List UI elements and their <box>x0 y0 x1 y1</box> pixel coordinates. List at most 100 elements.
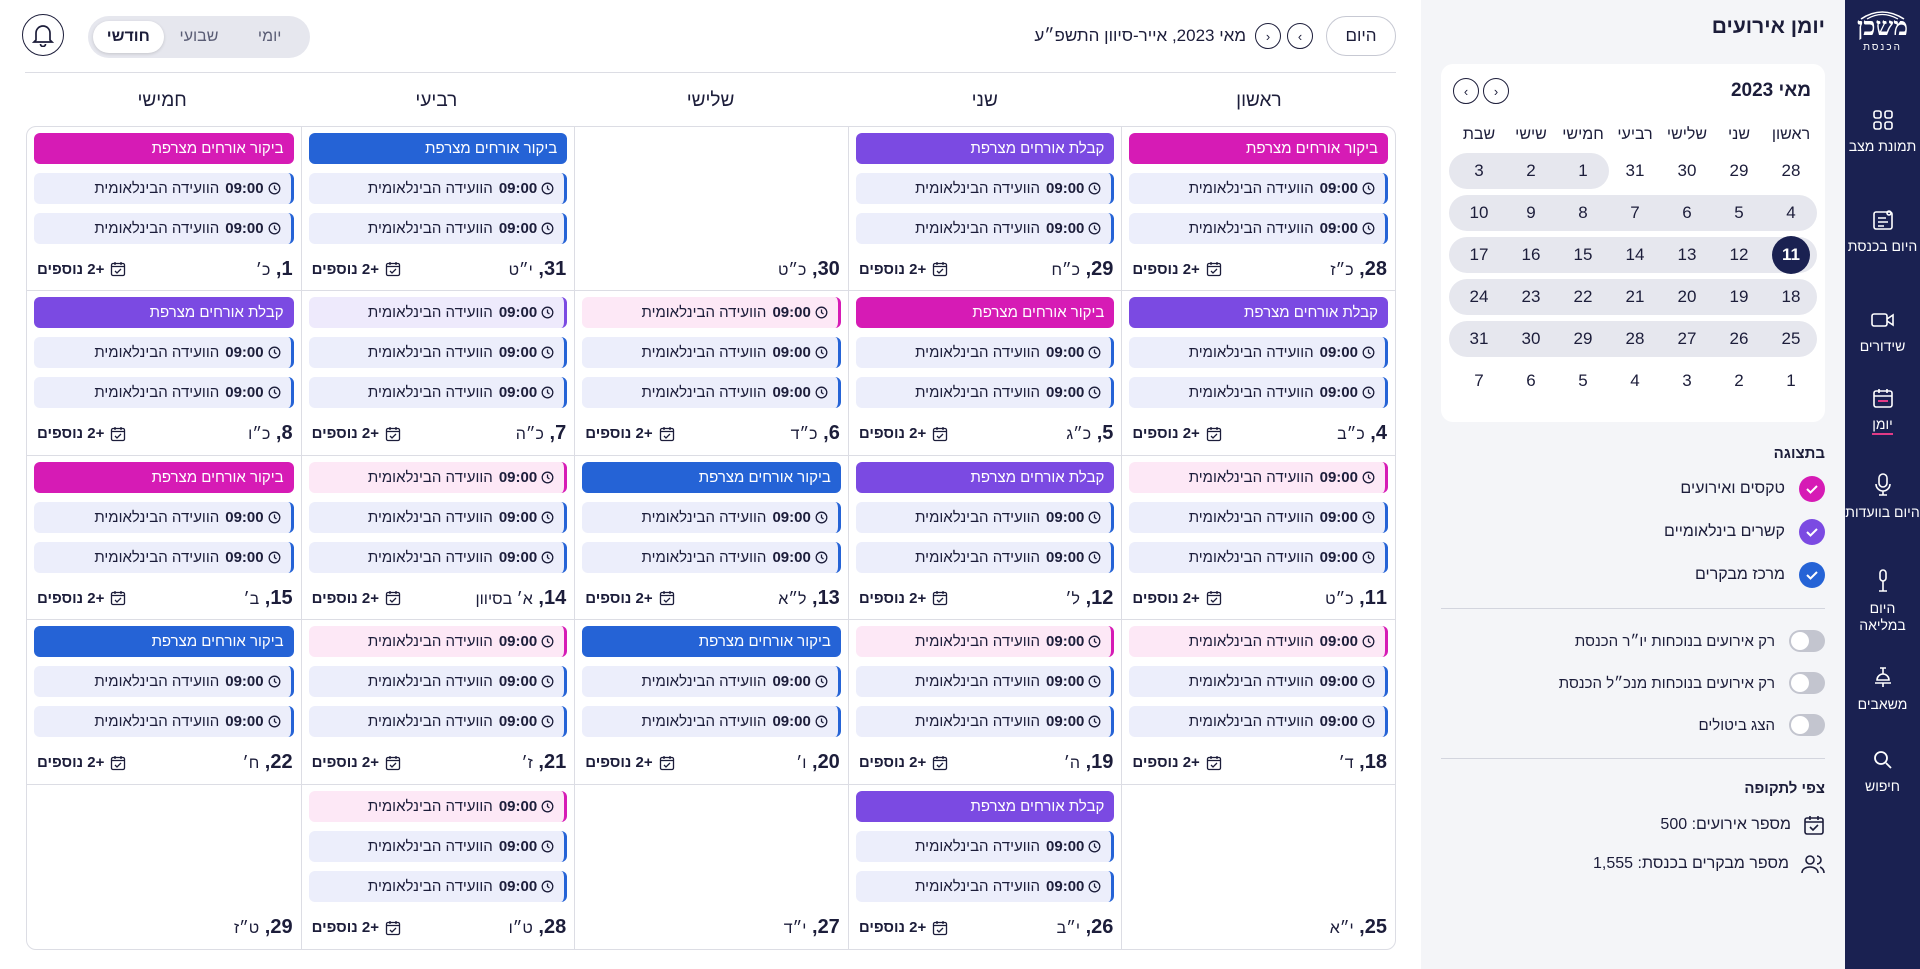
meeting-chip[interactable]: 09:00 הוועידה הבינלאומית <box>308 830 568 862</box>
calendar-day-cell[interactable]: 09:00 הוועידה הבינלאומית 09:00 הוועידה הבינ… <box>300 620 575 785</box>
calendar-day-cell[interactable]: קבלת אורחים מצרפת 09:00 הוועידה הבינלאומית… <box>27 291 301 456</box>
meeting-chip[interactable]: 09:00 הוועידה הבינלאומית <box>308 377 568 409</box>
event-chip[interactable]: קבלת אורחים מצרפת <box>1129 297 1388 329</box>
meeting-chip[interactable]: 09:00 הוועידה הבינלאומית <box>855 541 1115 573</box>
more-events-link[interactable]: +2 נוספים <box>1132 425 1221 442</box>
meeting-chip[interactable]: 09:00 הוועידה הבינלאומית <box>855 666 1115 698</box>
calendar-day-cell[interactable]: 25, י״א <box>1121 784 1395 949</box>
toggle-switch[interactable] <box>1789 714 1825 736</box>
today-button[interactable]: היום <box>1326 16 1396 56</box>
meeting-chip[interactable]: 09:00 הוועידה הבינלאומית <box>1129 377 1388 409</box>
more-events-link[interactable]: +2 נוספים <box>859 261 948 278</box>
prev-period-button[interactable]: › <box>1287 23 1313 49</box>
view-weekly[interactable]: שבועי <box>164 21 235 53</box>
more-events-link[interactable]: +2 נוספים <box>312 261 401 278</box>
more-events-link[interactable]: +2 נוספים <box>1132 590 1221 607</box>
meeting-chip[interactable]: 09:00 הוועידה הבינלאומית <box>34 501 294 533</box>
mini-day[interactable]: 31 <box>1453 329 1505 349</box>
more-events-link[interactable]: +2 נוספים <box>37 590 126 607</box>
filter-international[interactable]: קשרים בינלאומיים <box>1441 517 1825 547</box>
meeting-chip[interactable]: 09:00 הוועידה הבינלאומית <box>308 461 568 493</box>
rail-item-dashboard[interactable]: תמונת מצב <box>1845 108 1920 155</box>
event-chip[interactable]: קבלת אורחים מצרפת <box>34 297 294 329</box>
meeting-chip[interactable]: 09:00 הוועידה הבינלאומית <box>308 666 568 698</box>
mini-day[interactable]: 15 <box>1557 245 1609 265</box>
meeting-chip[interactable]: 09:00 הוועידה הבינלאומית <box>582 666 841 698</box>
calendar-day-cell[interactable]: 29, ט״ז <box>27 785 301 949</box>
mini-day[interactable]: 11 <box>1765 236 1817 274</box>
more-events-link[interactable]: +2 נוספים <box>37 261 126 278</box>
mini-day[interactable]: 7 <box>1453 371 1505 391</box>
calendar-day-cell[interactable]: 09:00 הוועידה הבינלאומית 09:00 הוועידה הבינ… <box>1121 455 1395 621</box>
calendar-day-cell[interactable]: 09:00 הוועידה הבינלאומית 09:00 הוועידה הבינ… <box>300 784 575 949</box>
more-events-link[interactable]: +2 נוספים <box>312 919 401 936</box>
calendar-day-cell[interactable]: ביקור אורחים מצרפת 09:00 הוועידה הבינלאומי… <box>847 291 1122 456</box>
mini-day[interactable]: 6 <box>1505 371 1557 391</box>
mini-day[interactable]: 1 <box>1765 371 1817 391</box>
calendar-day-cell[interactable]: ביקור אורחים מצרפת 09:00 הוועידה הבינלאומי… <box>300 127 575 292</box>
mini-day[interactable]: 12 <box>1713 245 1765 265</box>
meeting-chip[interactable]: 09:00 הוועידה הבינלאומית <box>1129 541 1388 573</box>
mini-day[interactable]: 16 <box>1505 245 1557 265</box>
more-events-link[interactable]: +2 נוספים <box>585 590 674 607</box>
meeting-chip[interactable]: 09:00 הוועידה הבינלאומית <box>582 337 841 369</box>
mini-day[interactable]: 31 <box>1609 161 1661 181</box>
meeting-chip[interactable]: 09:00 הוועידה הבינלאומית <box>582 297 841 329</box>
meeting-chip[interactable]: 09:00 הוועידה הבינלאומית <box>855 377 1115 409</box>
meeting-chip[interactable]: 09:00 הוועידה הבינלאומית <box>308 213 568 244</box>
calendar-day-cell[interactable]: 09:00 הוועידה הבינלאומית 09:00 הוועידה הבינ… <box>300 455 575 621</box>
more-events-link[interactable]: +2 נוספים <box>1132 754 1221 771</box>
calendar-day-cell[interactable]: 09:00 הוועידה הבינלאומית 09:00 הוועידה הבינ… <box>847 620 1122 785</box>
event-chip[interactable]: קבלת אורחים מצרפת <box>855 461 1115 493</box>
mini-day[interactable]: 6 <box>1661 203 1713 223</box>
meeting-chip[interactable]: 09:00 הוועידה הבינלאומית <box>855 501 1115 533</box>
mini-day[interactable]: 5 <box>1713 203 1765 223</box>
more-events-link[interactable]: +2 נוספים <box>312 754 401 771</box>
meeting-chip[interactable]: 09:00 הוועידה הבינלאומית <box>582 706 841 738</box>
calendar-day-cell[interactable]: ביקור אורחים מצרפת 09:00 הוועידה הבינלאומי… <box>574 455 848 621</box>
toggle-show-cancellations[interactable]: הצג ביטולים <box>1441 710 1825 740</box>
meeting-chip[interactable]: 09:00 הוועידה הבינלאומית <box>308 626 568 658</box>
meeting-chip[interactable]: 09:00 הוועידה הבינלאומית <box>1129 461 1388 493</box>
calendar-day-cell[interactable]: 30, כ״ט <box>574 127 848 292</box>
mini-day[interactable]: 30 <box>1505 329 1557 349</box>
calendar-day-cell[interactable]: ביקור אורחים מצרפת 09:00 הוועידה הבינלאומי… <box>27 127 301 292</box>
mini-day[interactable]: 18 <box>1765 287 1817 307</box>
mini-day[interactable]: 25 <box>1765 329 1817 349</box>
calendar-day-cell[interactable]: ביקור אורחים מצרפת 09:00 הוועידה הבינלאומי… <box>27 456 301 621</box>
more-events-link[interactable]: +2 נוספים <box>37 425 126 442</box>
mini-day[interactable]: 10 <box>1453 203 1505 223</box>
meeting-chip[interactable]: 09:00 הוועידה הבינלאומית <box>308 706 568 738</box>
rail-item-broadcasts[interactable]: שידורים <box>1845 308 1920 355</box>
calendar-day-cell[interactable]: ביקור אורחים מצרפת 09:00 הוועידה הבינלאומי… <box>574 620 848 785</box>
more-events-link[interactable]: +2 נוספים <box>1132 261 1221 278</box>
meeting-chip[interactable]: 09:00 הוועידה הבינלאומית <box>308 870 568 902</box>
meeting-chip[interactable]: 09:00 הוועידה הבינלאומית <box>855 626 1115 658</box>
toggle-speaker-events[interactable]: רק אירועים בנוכחות יו״ר הכנסת <box>1441 626 1825 656</box>
mini-day[interactable]: 7 <box>1609 203 1661 223</box>
filter-visitors-center[interactable]: מרכז מבקרים <box>1441 560 1825 590</box>
event-chip[interactable]: ביקור אורחים מצרפת <box>34 626 294 658</box>
calendar-day-cell[interactable]: 09:00 הוועידה הבינלאומית 09:00 הוועידה הבינ… <box>1121 620 1395 785</box>
next-period-button[interactable]: ‹ <box>1255 23 1281 49</box>
event-chip[interactable]: ביקור אורחים מצרפת <box>308 133 568 164</box>
mini-day[interactable]: 22 <box>1557 287 1609 307</box>
meeting-chip[interactable]: 09:00 הוועידה הבינלאומית <box>34 541 294 573</box>
calendar-day-cell[interactable]: קבלת אורחים מצרפת 09:00 הוועידה הבינלאומית… <box>847 455 1122 621</box>
meeting-chip[interactable]: 09:00 הוועידה הבינלאומית <box>34 337 294 369</box>
mini-day[interactable]: 14 <box>1609 245 1661 265</box>
meeting-chip[interactable]: 09:00 הוועידה הבינלאומית <box>1129 337 1388 369</box>
meeting-chip[interactable]: 09:00 הוועידה הבינלאומית <box>308 790 568 822</box>
mini-day[interactable]: 4 <box>1609 371 1661 391</box>
more-events-link[interactable]: +2 נוספים <box>859 919 948 936</box>
rail-item-search[interactable]: חיפוש <box>1845 748 1920 795</box>
meeting-chip[interactable]: 09:00 הוועידה הבינלאומית <box>582 541 841 573</box>
notifications-button[interactable] <box>22 14 64 56</box>
mini-day[interactable]: 19 <box>1713 287 1765 307</box>
more-events-link[interactable]: +2 נוספים <box>859 754 948 771</box>
meeting-chip[interactable]: 09:00 הוועידה הבינלאומית <box>308 297 568 329</box>
calendar-day-cell[interactable]: קבלת אורחים מצרפת 09:00 הוועידה הבינלאומית… <box>847 784 1122 949</box>
mini-day[interactable]: 5 <box>1557 371 1609 391</box>
calendar-day-cell[interactable]: קבלת אורחים מצרפת 09:00 הוועידה הבינלאומית… <box>1121 291 1395 456</box>
mini-day[interactable]: 2 <box>1713 371 1765 391</box>
